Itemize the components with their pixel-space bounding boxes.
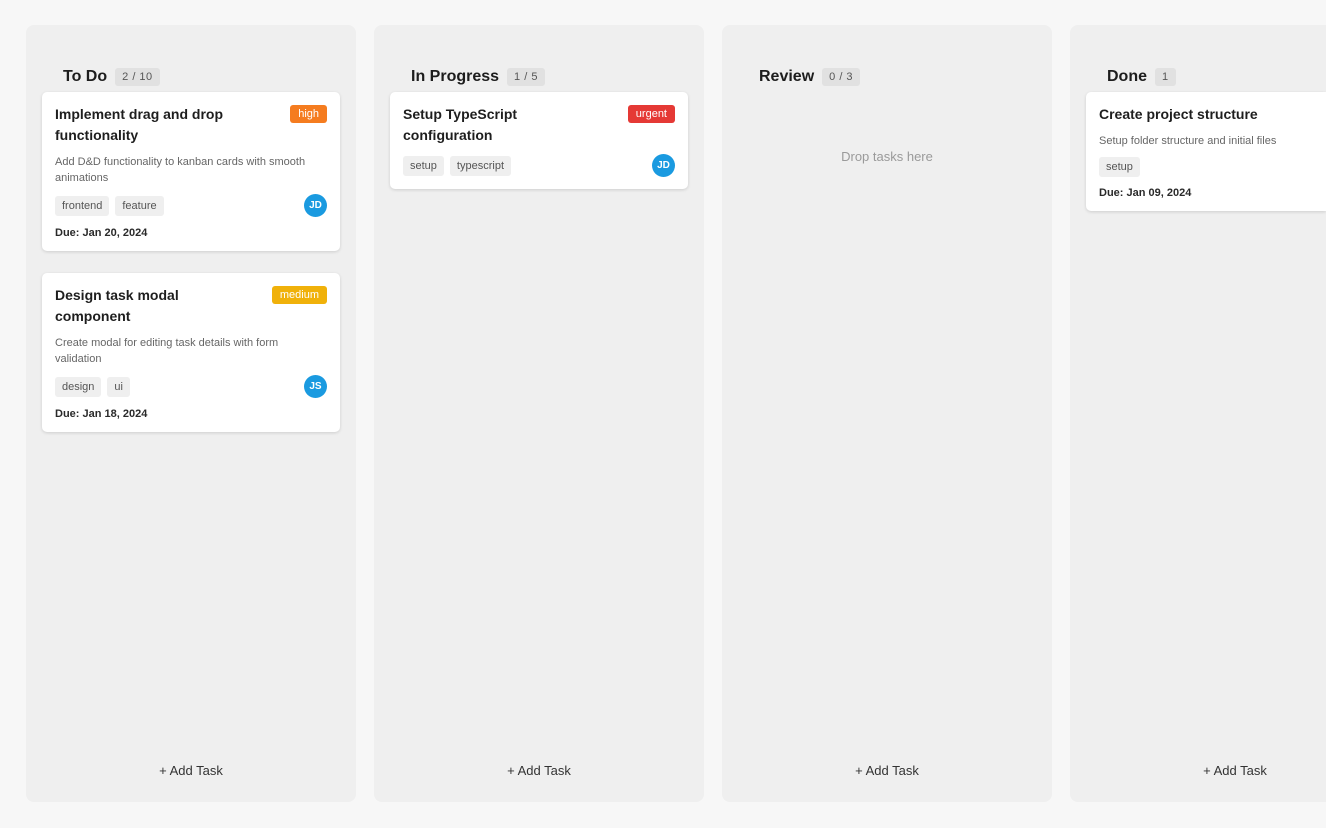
card-description: Add D&D functionality to kanban cards wi… bbox=[55, 156, 306, 184]
card-title: Create project structure bbox=[1099, 106, 1258, 122]
column-title: Done bbox=[1107, 68, 1147, 85]
card-description: Create modal for editing task details wi… bbox=[55, 337, 279, 365]
tag: design bbox=[55, 376, 102, 397]
tag-list: design ui bbox=[55, 376, 130, 397]
tag: setup bbox=[403, 155, 444, 176]
column-header: Review 0 / 3 bbox=[759, 68, 861, 86]
tag: setup bbox=[1099, 157, 1140, 177]
card-title: Implement drag and drop functionality bbox=[55, 106, 224, 143]
column-header: In Progress 1 / 5 bbox=[411, 68, 545, 86]
assignee-avatar[interactable]: JD bbox=[652, 154, 675, 177]
add-task-button[interactable]: + Add Task bbox=[1070, 763, 1326, 778]
add-task-button[interactable]: + Add Task bbox=[722, 763, 1052, 778]
priority-badge: medium bbox=[271, 286, 327, 304]
tag-list: setup typescript bbox=[403, 155, 511, 176]
task-card[interactable]: Design task modal component medium Creat… bbox=[42, 273, 340, 432]
kanban-board: To Do 2 / 10 Implement drag and drop fun… bbox=[0, 0, 1326, 828]
column-title: To Do bbox=[63, 68, 108, 85]
task-count-badge: 2 / 10 bbox=[115, 68, 160, 86]
card-title: Design task modal component bbox=[55, 287, 179, 324]
priority-badge: urgent bbox=[627, 105, 675, 123]
column-title: Review bbox=[759, 68, 815, 85]
column-header: Done 1 bbox=[1107, 68, 1176, 86]
column-done[interactable]: Done 1 Create project structure Setup fo… bbox=[1070, 25, 1326, 802]
column-todo[interactable]: To Do 2 / 10 Implement drag and drop fun… bbox=[26, 25, 356, 802]
task-count-badge: 1 bbox=[1155, 68, 1176, 86]
tag: frontend bbox=[55, 195, 110, 216]
tag: ui bbox=[107, 376, 130, 397]
add-task-button[interactable]: + Add Task bbox=[374, 763, 704, 778]
tag: typescript bbox=[449, 155, 511, 176]
card-description: Setup folder structure and initial files bbox=[1099, 135, 1277, 147]
add-task-button[interactable]: + Add Task bbox=[26, 763, 356, 778]
priority-badge: high bbox=[290, 105, 327, 123]
assignee-avatar[interactable]: JS bbox=[304, 375, 327, 398]
column-in-progress[interactable]: In Progress 1 / 5 Setup TypeScript confi… bbox=[374, 25, 704, 802]
due-date: Due: Jan 09, 2024 bbox=[1099, 187, 1192, 199]
tag: feature bbox=[115, 195, 164, 216]
card-title: Setup TypeScript configuration bbox=[403, 106, 518, 143]
column-header: To Do 2 / 10 bbox=[63, 68, 160, 86]
due-date: Due: Jan 18, 2024 bbox=[55, 408, 148, 420]
column-review[interactable]: Review 0 / 3 Drop tasks here + Add Task bbox=[722, 25, 1052, 802]
task-card[interactable]: Setup TypeScript configuration urgent se… bbox=[390, 92, 688, 189]
task-card[interactable]: Create project structure Setup folder st… bbox=[1086, 92, 1326, 211]
tag-list: frontend feature bbox=[55, 195, 164, 216]
task-count-badge: 1 / 5 bbox=[507, 68, 545, 86]
column-title: In Progress bbox=[411, 68, 500, 85]
due-date: Due: Jan 20, 2024 bbox=[55, 227, 148, 239]
task-count-badge: 0 / 3 bbox=[822, 68, 861, 86]
assignee-avatar[interactable]: JD bbox=[304, 194, 327, 217]
task-card[interactable]: Implement drag and drop functionality hi… bbox=[42, 92, 340, 251]
tag-list: setup bbox=[1099, 157, 1140, 177]
drop-zone-hint: Drop tasks here bbox=[841, 149, 933, 164]
